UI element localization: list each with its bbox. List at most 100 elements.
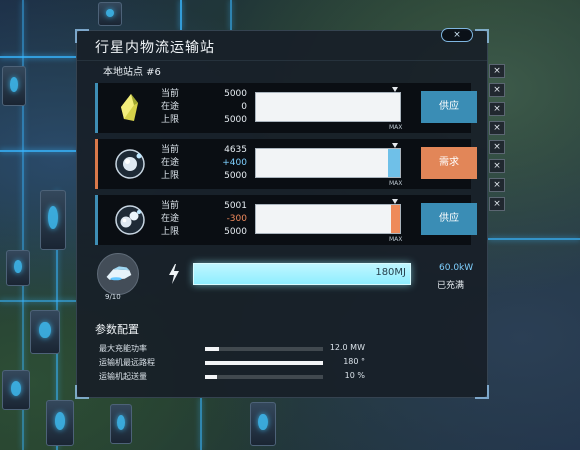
close-icon[interactable]: × [441, 28, 473, 42]
conveyor-belt [488, 238, 580, 240]
max-marker-icon [392, 143, 398, 148]
param-value: 10 % [344, 371, 365, 380]
close-button[interactable]: × [489, 102, 505, 116]
close-button[interactable]: × [489, 197, 505, 211]
building [40, 190, 66, 250]
storage-slot: 当前 在途 上限 5000 0 5000 MAX 供应 [95, 83, 477, 133]
limit-value: 5000 [224, 227, 247, 237]
param-min-load: 运输机起送量 10 % [99, 371, 369, 384]
storage-slot: 当前 在途 上限 4635 +400 5000 MAX 需求 [95, 139, 477, 189]
building [98, 2, 122, 26]
param-label: 运输机起送量 [99, 372, 147, 381]
supply-mode-button[interactable]: 供应 [421, 203, 477, 235]
panel-title: 行星内物流运输站 [95, 40, 215, 56]
slot-accent [95, 83, 98, 133]
slider-fill [205, 375, 217, 379]
logistics-drone-icon [106, 266, 132, 281]
close-button[interactable]: × [489, 178, 505, 192]
panel-corner [75, 385, 89, 399]
param-slider[interactable] [205, 375, 323, 379]
building [30, 310, 60, 354]
param-value: 12.0 MW [329, 343, 365, 352]
max-label: MAX [389, 124, 403, 131]
limit-label: 上限 [161, 227, 180, 237]
building [46, 400, 74, 446]
twin-orb-icon[interactable] [113, 203, 147, 237]
conveyor-belt [180, 0, 182, 30]
close-button[interactable]: × [489, 159, 505, 173]
building [110, 404, 132, 444]
close-button[interactable]: × [489, 64, 505, 78]
param-label: 运输机最远路程 [99, 358, 155, 367]
logistics-station-panel: 行星内物流运输站 × 本地站点 #6 当前 在途 上限 5000 0 5000 … [75, 28, 489, 399]
limit-label: 上限 [161, 171, 180, 181]
param-label: 最大充能功率 [99, 344, 147, 353]
current-label: 当前 [161, 89, 180, 99]
params-title: 参数配置 [95, 323, 139, 336]
param-max-charge-power: 最大充能功率 12.0 MW [99, 343, 369, 356]
demand-mode-button[interactable]: 需求 [421, 147, 477, 179]
station-label: 本地站点 #6 [103, 67, 161, 78]
slider-fill [205, 347, 220, 351]
charge-status: 已充满 [437, 281, 465, 291]
in-transit-label: 在途 [161, 102, 180, 112]
transit-fill [388, 149, 400, 177]
storage-limit-slider[interactable] [255, 199, 401, 234]
building [250, 402, 276, 446]
limit-value: 5000 [224, 171, 247, 181]
stat-values: 5001 -300 5000 [205, 200, 247, 239]
in-transit-value: +400 [222, 158, 247, 168]
max-marker-icon [392, 87, 398, 92]
energy-bar: 180MJ [193, 263, 411, 285]
drone-slot[interactable] [97, 253, 139, 295]
param-max-drone-range: 运输机最远路程 180 ° [99, 357, 369, 370]
slot-accent [95, 195, 98, 245]
max-marker-icon [392, 199, 398, 204]
building [6, 250, 30, 286]
param-slider[interactable] [205, 361, 323, 365]
conveyor-belt [200, 398, 202, 450]
current-value: 4635 [224, 145, 247, 155]
max-label: MAX [389, 236, 403, 243]
stat-labels: 当前 在途 上限 [161, 144, 179, 183]
panel-corner [475, 385, 489, 399]
in-transit-value: -300 [226, 214, 247, 224]
building [2, 66, 26, 106]
storage-limit-slider[interactable] [255, 143, 401, 178]
stat-labels: 当前 在途 上限 [161, 88, 179, 127]
title-bar[interactable]: 行星内物流运输站 [77, 31, 487, 61]
close-button[interactable]: × [489, 83, 505, 97]
slider-fill [205, 361, 323, 365]
close-button[interactable]: × [489, 140, 505, 154]
yellow-crystal-icon[interactable] [113, 91, 147, 125]
conveyor-belt [0, 300, 76, 302]
param-slider[interactable] [205, 347, 323, 351]
in-transit-label: 在途 [161, 158, 180, 168]
conveyor-belt [0, 150, 76, 152]
max-label: MAX [389, 180, 403, 187]
stat-labels: 当前 在途 上限 [161, 200, 179, 239]
energy-value: 180MJ [375, 267, 406, 278]
orb-icon[interactable] [113, 147, 147, 181]
current-value: 5001 [224, 201, 247, 211]
storage-slot: 当前 在途 上限 5001 -300 5000 MAX 供应 [95, 195, 477, 245]
building [2, 370, 30, 410]
in-transit-label: 在途 [161, 214, 180, 224]
conveyor-belt [0, 56, 76, 58]
current-label: 当前 [161, 145, 180, 155]
limit-label: 上限 [161, 115, 180, 125]
param-value: 180 ° [343, 357, 365, 366]
stat-values: 4635 +400 5000 [205, 144, 247, 183]
supply-mode-button[interactable]: 供应 [421, 91, 477, 123]
current-label: 当前 [161, 201, 180, 211]
close-button[interactable]: × [489, 121, 505, 135]
limit-value: 5000 [224, 115, 247, 125]
storage-limit-slider[interactable] [255, 87, 401, 122]
in-transit-value: 0 [241, 102, 247, 112]
conveyor-belt [230, 0, 232, 30]
lightning-icon [169, 264, 179, 284]
stat-values: 5000 0 5000 [205, 88, 247, 127]
slot-accent [95, 139, 98, 189]
charging-power: 60.0kW [439, 263, 474, 273]
drone-count: 9/10 [105, 293, 121, 301]
